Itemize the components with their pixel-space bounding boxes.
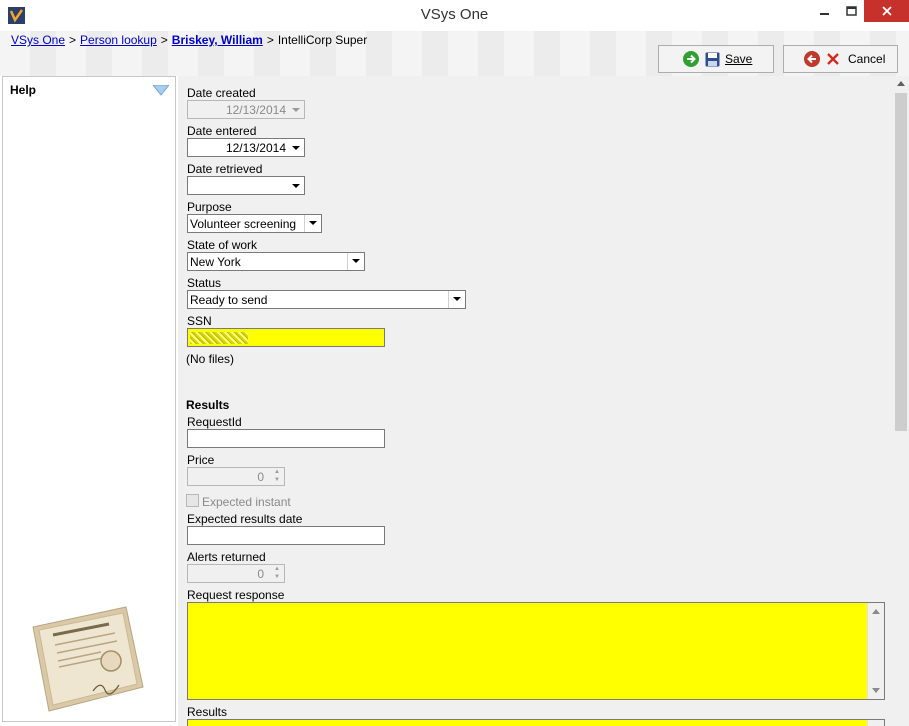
minimize-icon [820, 13, 829, 15]
spinner-arrows-icon: ▲ ▼ [274, 566, 280, 580]
textarea-scrollbar[interactable] [867, 720, 884, 726]
status-select[interactable]: Ready to send [187, 290, 466, 309]
expected-results-date-label: Expected results date [187, 512, 303, 526]
date-created-picker: 12/13/2014 [187, 100, 305, 119]
date-entered-value: 12/13/2014 [225, 141, 286, 155]
results-textarea[interactable] [187, 719, 885, 726]
help-collapse-icon[interactable] [153, 85, 169, 96]
purpose-select[interactable]: Volunteer screening [187, 214, 322, 233]
alerts-returned-spinner: 0 ▲ ▼ [187, 564, 285, 583]
breadcrumb: VSys One > Person lookup > Briskey, William >… [11, 33, 367, 47]
date-entered-label: Date entered [187, 124, 257, 138]
date-created-value: 12/13/2014 [225, 103, 286, 117]
save-button[interactable]: Save [658, 45, 774, 73]
price-label: Price [187, 453, 215, 467]
request-id-input[interactable] [187, 429, 385, 448]
ssn-input[interactable] [187, 328, 385, 347]
maximize-icon [845, 6, 857, 16]
breadcrumb-separator: > [69, 33, 77, 47]
cancel-label: Cancel [848, 52, 886, 66]
main-scrollbar[interactable] [893, 76, 909, 726]
cancel-button[interactable]: Cancel [783, 45, 898, 73]
header-strip: VSys One > Person lookup > Briskey, William >… [0, 31, 909, 76]
state-of-work-select[interactable]: New York [187, 252, 365, 271]
breadcrumb-separator: > [266, 33, 274, 47]
floppy-disk-icon [705, 52, 720, 66]
certificate-icon [32, 606, 144, 712]
close-icon [881, 6, 892, 16]
spinner-arrows-icon: ▲ ▼ [274, 469, 280, 483]
chevron-down-icon [292, 108, 300, 112]
textarea-scrollbar[interactable] [867, 603, 884, 699]
expected-instant-label: Expected instant [202, 495, 291, 509]
date-created-label: Date created [187, 86, 256, 100]
date-retrieved-picker[interactable] [187, 176, 305, 195]
save-label: Save [725, 52, 753, 66]
red-x-icon [827, 53, 839, 65]
arrow-left-circle-icon [804, 51, 820, 67]
breadcrumb-separator: > [160, 33, 168, 47]
chevron-down-icon[interactable] [292, 184, 300, 188]
price-value: 0 [257, 470, 264, 484]
expected-results-date-input[interactable] [187, 526, 385, 545]
date-entered-picker[interactable]: 12/13/2014 [187, 138, 305, 157]
price-spinner: 0 ▲ ▼ [187, 467, 285, 486]
form-panel: Date created 12/13/2014 Date entered 12/… [178, 76, 893, 726]
scrollbar-thumb[interactable] [895, 93, 907, 431]
alerts-returned-value: 0 [257, 567, 264, 581]
help-panel: Help [2, 76, 176, 722]
title-bar: VSys One [0, 0, 909, 31]
expected-instant-checkbox[interactable] [186, 494, 199, 507]
request-id-label: RequestId [187, 415, 242, 429]
ssn-label: SSN [187, 314, 212, 328]
help-title: Help [10, 83, 37, 97]
purpose-label: Purpose [187, 200, 232, 214]
purpose-value: Volunteer screening [190, 217, 297, 231]
scroll-down-icon[interactable] [872, 688, 880, 693]
state-of-work-value: New York [190, 255, 241, 269]
breadcrumb-link-person[interactable]: Briskey, William [172, 33, 263, 47]
results-section-title: Results [186, 398, 230, 412]
dropdown-arrow-icon[interactable] [347, 253, 364, 270]
arrow-right-circle-icon [683, 51, 699, 67]
dropdown-arrow-icon[interactable] [448, 291, 465, 308]
request-response-textarea[interactable] [187, 602, 885, 700]
breadcrumb-current: IntelliCorp Super [277, 33, 368, 47]
maximize-button[interactable] [838, 0, 864, 22]
breadcrumb-link-home[interactable]: VSys One [11, 33, 65, 47]
results-label: Results [187, 705, 228, 719]
status-value: Ready to send [190, 293, 268, 307]
scroll-up-icon[interactable] [897, 80, 905, 86]
files-status-text: (No files) [186, 352, 235, 366]
window-title: VSys One [420, 6, 489, 23]
alerts-returned-label: Alerts returned [187, 550, 266, 564]
minimize-button[interactable] [812, 0, 838, 22]
state-of-work-label: State of work [187, 238, 258, 252]
date-retrieved-label: Date retrieved [187, 162, 263, 176]
close-window-button[interactable] [864, 0, 909, 22]
breadcrumb-link-person-lookup[interactable]: Person lookup [80, 33, 157, 47]
request-response-label: Request response [187, 588, 285, 602]
scroll-up-icon[interactable] [872, 609, 880, 614]
ssn-masked-value [190, 332, 248, 344]
status-label: Status [187, 276, 222, 290]
dropdown-arrow-icon[interactable] [304, 215, 321, 232]
chevron-down-icon[interactable] [292, 146, 300, 150]
